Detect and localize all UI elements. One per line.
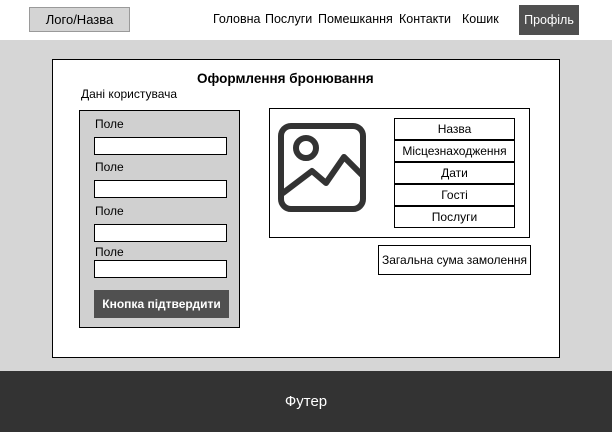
nav-link-services[interactable]: Послуги: [265, 12, 312, 26]
nav-link-cart[interactable]: Кошик: [462, 12, 499, 26]
field-input-2[interactable]: [94, 180, 227, 198]
nav-link-accommodation[interactable]: Помешкання: [318, 12, 393, 26]
detail-services: Послуги: [394, 206, 515, 228]
header: Лого/Назва Головна Послуги Помешкання Ко…: [0, 0, 612, 40]
detail-name: Назва: [394, 118, 515, 140]
field-input-1[interactable]: [94, 137, 227, 155]
field-input-4[interactable]: [94, 260, 227, 278]
detail-location: Місцезнаходження: [394, 140, 515, 162]
logo[interactable]: Лого/Назва: [29, 7, 130, 32]
detail-dates: Дати: [394, 162, 515, 184]
page-title: Оформлення бронювання: [197, 71, 374, 86]
field-label-3: Поле: [95, 204, 124, 218]
field-label-2: Поле: [95, 160, 124, 174]
user-data-heading: Дані користувача: [81, 87, 178, 101]
image-placeholder-icon: [278, 123, 366, 212]
footer: Футер: [0, 371, 612, 432]
confirm-button[interactable]: Кнопка підтвердити: [94, 290, 229, 318]
field-input-3[interactable]: [94, 224, 227, 242]
detail-guests: Гості: [394, 184, 515, 206]
nav-link-home[interactable]: Головна: [213, 12, 261, 26]
nav-link-contacts[interactable]: Контакти: [399, 12, 451, 26]
order-total: Загальна сума замолення: [378, 245, 531, 275]
field-label-1: Поле: [95, 117, 124, 131]
profile-button[interactable]: Профіль: [519, 5, 579, 35]
field-label-4: Поле: [95, 245, 124, 259]
